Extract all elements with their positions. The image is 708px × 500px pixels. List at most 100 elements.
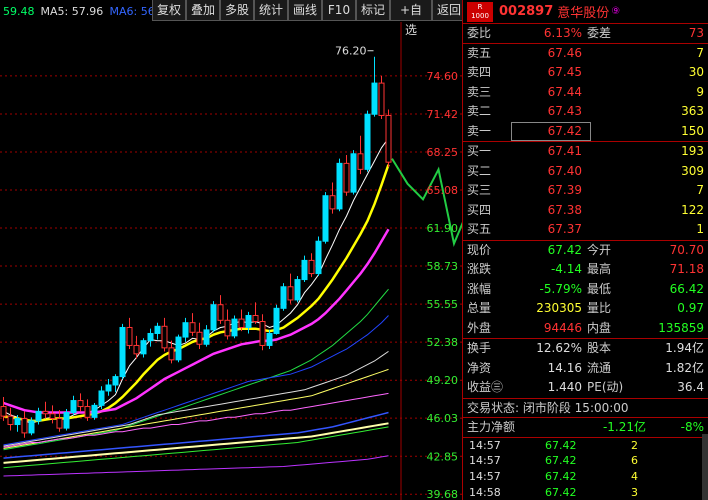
toolbar-button-6[interactable]: 标记 (356, 0, 390, 21)
candle-body (189, 322, 196, 333)
ask-row[interactable]: 卖一 67.42 150 (463, 121, 708, 142)
toolbar-button-3[interactable]: 统计 (254, 0, 288, 21)
candle (70, 395, 77, 415)
y-tick-label: 74.60 (427, 70, 459, 83)
candle (231, 315, 238, 339)
stat-row-l2: 内盘 (587, 320, 612, 335)
stat-row-l1: 外盘 (467, 320, 492, 335)
ask-row[interactable]: 卖四 67.45 30 (463, 63, 708, 83)
candle-body (175, 336, 182, 361)
candle-body (210, 304, 217, 331)
tick-row[interactable]: 14:57 67.42 4 (463, 469, 708, 485)
fundamental-row[interactable]: 收益㊂ 1.440 PE(动) 36.4 (463, 378, 708, 398)
fundamental-row-l1: 净资 (467, 360, 492, 375)
bid-row-l1: 买一 (467, 144, 492, 158)
candle (280, 283, 287, 311)
candle-body (280, 286, 287, 309)
candle-body (224, 319, 231, 337)
stat-row-l2: 最高 (587, 262, 612, 276)
stat-row-l1: 现价 (467, 242, 492, 257)
toolbar-button-4[interactable]: 画线 (288, 0, 322, 21)
tick-row[interactable]: 14:58 67.42 3 (463, 485, 708, 500)
candle-body (70, 400, 77, 414)
ma-legend-item: 59.48 (3, 5, 35, 18)
high-price-marker: 76.20 (335, 45, 374, 58)
candle (210, 301, 217, 333)
toolbar-button-8[interactable]: 返回 (432, 0, 466, 21)
bid-row[interactable]: 买三 67.39 7 (463, 181, 708, 201)
toolbar-button-5[interactable]: F10 (322, 0, 356, 21)
ask-row-v1: 67.45 (547, 65, 582, 79)
toolbar-button-0[interactable]: 复权 (152, 0, 186, 21)
candle (343, 154, 350, 196)
stat-row[interactable]: 现价 67.42 今开 70.70 (463, 241, 708, 261)
candle (77, 393, 84, 412)
candle (105, 379, 112, 396)
stat-row-v1: -4.14 (550, 262, 582, 276)
tick-p: 67.42 (545, 438, 577, 452)
fundamental-row[interactable]: 换手 12.62% 股本 1.94亿 (463, 339, 708, 359)
stat-row-l2: 今开 (587, 242, 612, 257)
trade-status: 交易状态: 闭市阶段 15:00:00 (463, 399, 708, 418)
tick-row[interactable]: 14:57 67.42 6 (463, 453, 708, 469)
ma-line (3, 350, 389, 447)
candle-body (14, 418, 21, 426)
ask-row[interactable]: 卖五 67.46 7 (463, 44, 708, 64)
bid-row-v2: 7 (696, 183, 704, 197)
candle-body (133, 344, 140, 355)
trade-status-text: 交易状态: 闭市阶段 15:00:00 (467, 400, 629, 415)
tick-list[interactable]: 14:57 67.42 2 14:57 67.42 6 14:57 67.42 4 14:58 67… (463, 438, 708, 500)
bid-row[interactable]: 买五 67.37 1 (463, 220, 708, 240)
fundamental-row-v2: 36.4 (677, 380, 704, 394)
kline-chart-svg[interactable]: 74.60 71.42 68.25 65.08 61.90 58.73 55.55 52.38… (0, 0, 462, 500)
toolbar-button-2[interactable]: 多股 (220, 0, 254, 21)
candle (350, 150, 357, 195)
stat-row-v2: 71.18 (669, 262, 704, 276)
stat-row[interactable]: 涨幅 -5.79% 最低 66.42 (463, 280, 708, 300)
ask-row[interactable]: 卖二 67.43 363 (463, 102, 708, 122)
y-tick-label: 46.03 (427, 412, 459, 425)
candle-body (301, 259, 308, 281)
ask-row-v2: 9 (696, 84, 704, 99)
tick-row[interactable]: 14:57 67.42 2 (463, 438, 708, 454)
fundamental-row-l1: 收益㊂ (467, 380, 504, 394)
ask-row-l1: 卖二 (467, 104, 492, 118)
stat-row-l1: 涨跌 (467, 262, 492, 276)
tick-t: 14:57 (469, 438, 501, 452)
bid-row[interactable]: 买一 67.41 193 (463, 142, 708, 162)
candle-body (91, 404, 98, 418)
y-tick-label: 58.73 (427, 260, 459, 273)
y-tick-label: 52.38 (427, 336, 459, 349)
candle (140, 338, 147, 358)
candle-body (140, 340, 147, 355)
stat-row-v2: 135859 (658, 320, 704, 335)
ask-row[interactable]: 卖三 67.44 9 (463, 83, 708, 103)
stat-row-v1: 230305 (536, 301, 582, 315)
candle-body (273, 307, 280, 334)
stat-row-v1: 67.42 (547, 242, 582, 257)
stat-row[interactable]: 总量 230305 量比 0.97 (463, 299, 708, 319)
stat-row-v1: 94446 (543, 320, 582, 335)
stock-code[interactable]: 002897 (499, 4, 553, 19)
bid-row[interactable]: 买二 67.40 309 (463, 162, 708, 182)
stat-row[interactable]: 外盘 94446 内盘 135859 (463, 319, 708, 339)
fundamental-row[interactable]: 净资 14.16 流通 1.82亿 (463, 359, 708, 379)
toolbar-button-7[interactable]: +自选 (390, 0, 432, 37)
bid-row[interactable]: 买四 67.38 122 (463, 201, 708, 221)
y-tick-label: 61.90 (427, 222, 459, 235)
order-ratio-row: 委比 6.13% 委差 73 (463, 24, 708, 44)
stat-row-l2: 量比 (587, 301, 612, 315)
stock-name[interactable]: 意华股份 (557, 2, 609, 21)
y-tick-label: 42.85 (427, 450, 459, 463)
candle-body (84, 406, 91, 418)
candle (189, 313, 196, 336)
main-flow-row[interactable]: 主力净额 -1.21亿 -8% (463, 418, 708, 438)
ask1-selection-box (511, 121, 591, 141)
toolbar-button-1[interactable]: 叠加 (186, 0, 220, 21)
candle (224, 309, 231, 340)
kline-chart[interactable]: 74.60 71.42 68.25 65.08 61.90 58.73 55.55 52.38… (0, 0, 462, 500)
tick-scrollbar[interactable] (702, 434, 708, 500)
stat-row[interactable]: 涨跌 -4.14 最高 71.18 (463, 260, 708, 280)
candle-body (308, 259, 315, 275)
quote-panel: R 1000 002897 意华股份 ⑨ 委比 6.13% 委差 73 卖五 67.… (462, 0, 708, 500)
